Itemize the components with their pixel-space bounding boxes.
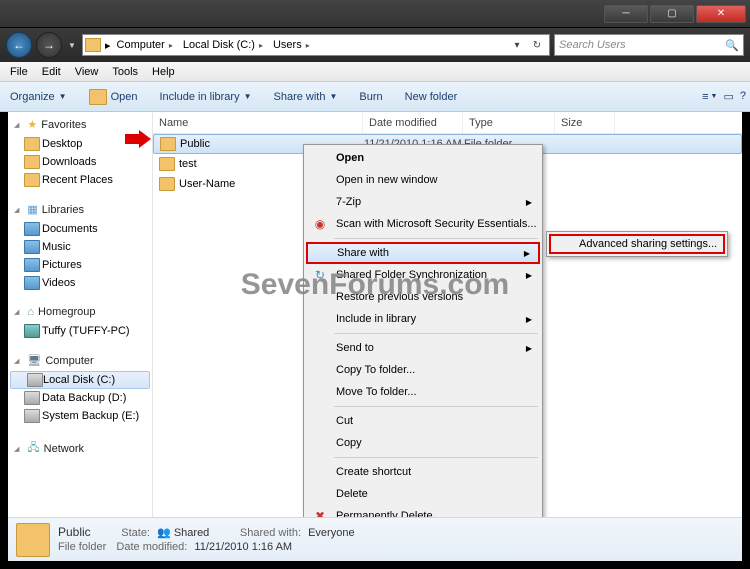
search-input[interactable]: Search Users 🔍: [554, 34, 744, 56]
sidebar-item-data-backup-d[interactable]: Data Backup (D:): [8, 389, 152, 407]
status-state-label: State:: [121, 527, 150, 539]
sidebar-homegroup[interactable]: ⌂Homegroup: [8, 302, 152, 322]
highlight-arrow-icon: [125, 130, 151, 148]
folder-icon: [159, 177, 175, 191]
column-type[interactable]: Type: [463, 112, 555, 133]
homegroup-icon: ⌂: [27, 306, 34, 318]
sidebar-item-videos[interactable]: Videos: [8, 274, 152, 292]
content-area: ★Favorites Desktop Downloads Recent Plac…: [8, 112, 742, 517]
status-date-label: Date modified:: [116, 541, 187, 553]
refresh-button[interactable]: ↻: [527, 40, 547, 51]
ctx-cut[interactable]: Cut: [306, 410, 540, 432]
include-library-button[interactable]: Include in library▼: [153, 87, 257, 107]
menu-file[interactable]: File: [4, 64, 34, 80]
sidebar-item-tuffy[interactable]: Tuffy (TUFFY-PC): [8, 322, 152, 340]
menu-edit[interactable]: Edit: [36, 64, 67, 80]
star-icon: ★: [27, 118, 37, 131]
network-icon: 🖧: [27, 439, 39, 458]
column-headers: Name Date modified Type Size: [153, 112, 742, 134]
ctx-scan[interactable]: ◉Scan with Microsoft Security Essentials…: [306, 213, 540, 235]
sidebar-item-pictures[interactable]: Pictures: [8, 256, 152, 274]
shield-icon: ◉: [312, 216, 328, 232]
ctx-open-new-window[interactable]: Open in new window: [306, 169, 540, 191]
organize-button[interactable]: Organize▼: [4, 87, 73, 107]
menu-view[interactable]: View: [69, 64, 105, 80]
context-menu: Open Open in new window 7-Zip▶ ◉Scan wit…: [303, 144, 543, 559]
menu-bar: File Edit View Tools Help: [0, 62, 750, 82]
maximize-button[interactable]: ▢: [650, 5, 694, 23]
column-size[interactable]: Size: [555, 112, 615, 133]
sidebar-item-local-disk-c[interactable]: Local Disk (C:): [10, 371, 150, 389]
breadcrumb[interactable]: Local Disk (C:)▸: [179, 35, 267, 55]
new-folder-button[interactable]: New folder: [399, 87, 464, 107]
status-name: Public: [58, 525, 91, 539]
status-state: Shared: [174, 527, 209, 539]
folder-icon: [160, 137, 176, 151]
share-with-button[interactable]: Share with▼: [268, 87, 344, 107]
column-name[interactable]: Name: [153, 112, 363, 133]
ctx-send-to[interactable]: Send to▶: [306, 337, 540, 359]
address-bar[interactable]: ▸ Computer▸ Local Disk (C:)▸ Users▸ ▾ ↻: [82, 34, 550, 56]
libraries-icon: ▦: [27, 203, 37, 216]
folder-icon: [16, 523, 50, 557]
ctx-include-library[interactable]: Include in library▶: [306, 308, 540, 330]
view-options-button[interactable]: ≡▼: [702, 90, 717, 103]
navigation-pane: ★Favorites Desktop Downloads Recent Plac…: [8, 112, 153, 517]
column-date[interactable]: Date modified: [363, 112, 463, 133]
status-type: File folder: [58, 541, 106, 553]
sync-icon: ↻: [312, 267, 328, 283]
ctx-move-to[interactable]: Move To folder...: [306, 381, 540, 403]
close-button[interactable]: ✕: [696, 5, 746, 23]
ctx-7zip[interactable]: 7-Zip▶: [306, 191, 540, 213]
menu-help[interactable]: Help: [146, 64, 181, 80]
folder-icon: [159, 157, 175, 171]
ctx-restore[interactable]: Restore previous versions: [306, 286, 540, 308]
burn-button[interactable]: Burn: [353, 87, 388, 107]
nav-history-dropdown[interactable]: ▼: [66, 41, 78, 50]
minimize-button[interactable]: ─: [604, 5, 648, 23]
sidebar-item-recent[interactable]: Recent Places: [8, 171, 152, 189]
sidebar-libraries[interactable]: ▦Libraries: [8, 199, 152, 220]
search-icon: 🔍: [725, 39, 739, 52]
sidebar-item-system-backup-e[interactable]: System Backup (E:): [8, 407, 152, 425]
address-dropdown[interactable]: ▾: [507, 40, 527, 51]
status-shared-label: Shared with:: [240, 527, 301, 539]
ctx-copy[interactable]: Copy: [306, 432, 540, 454]
sidebar-computer[interactable]: 🖥Computer: [8, 350, 152, 371]
preview-pane-button[interactable]: ▭: [723, 90, 733, 103]
menu-tools[interactable]: Tools: [106, 64, 144, 80]
file-list: Name Date modified Type Size Public 11/2…: [153, 112, 742, 517]
chevron-right-icon[interactable]: ▸: [105, 39, 111, 52]
back-button[interactable]: ←: [6, 32, 32, 58]
computer-icon: 🖥: [27, 354, 41, 367]
toolbar: Organize▼ Open Include in library▼ Share…: [0, 82, 750, 112]
ctx-delete[interactable]: Delete: [306, 483, 540, 505]
sidebar-item-documents[interactable]: Documents: [8, 220, 152, 238]
title-bar: ─ ▢ ✕: [0, 0, 750, 28]
nav-bar: ← → ▼ ▸ Computer▸ Local Disk (C:)▸ Users…: [0, 28, 750, 62]
ctx-share-with[interactable]: Share with▶: [306, 242, 540, 264]
sidebar-item-music[interactable]: Music: [8, 238, 152, 256]
help-button[interactable]: ?: [740, 90, 746, 103]
open-button[interactable]: Open: [83, 85, 144, 109]
ctx-shared-folder-sync[interactable]: ↻Shared Folder Synchronization▶: [306, 264, 540, 286]
ctx-advanced-sharing[interactable]: Advanced sharing settings...: [549, 234, 725, 254]
breadcrumb[interactable]: Users▸: [269, 35, 314, 55]
forward-button[interactable]: →: [36, 32, 62, 58]
people-icon: 👥: [157, 527, 171, 539]
sidebar-item-downloads[interactable]: Downloads: [8, 153, 152, 171]
folder-icon: [85, 38, 101, 52]
breadcrumb[interactable]: Computer▸: [113, 35, 177, 55]
status-date: 11/21/2010 1:16 AM: [194, 541, 292, 553]
sidebar-network[interactable]: 🖧Network: [8, 435, 152, 462]
details-pane: Public State: 👥 Shared Shared with: Ever…: [8, 517, 742, 561]
share-submenu: Advanced sharing settings...: [546, 231, 728, 257]
ctx-copy-to[interactable]: Copy To folder...: [306, 359, 540, 381]
ctx-open[interactable]: Open: [306, 147, 540, 169]
status-shared: Everyone: [308, 527, 354, 539]
ctx-create-shortcut[interactable]: Create shortcut: [306, 461, 540, 483]
search-placeholder: Search Users: [559, 39, 626, 51]
